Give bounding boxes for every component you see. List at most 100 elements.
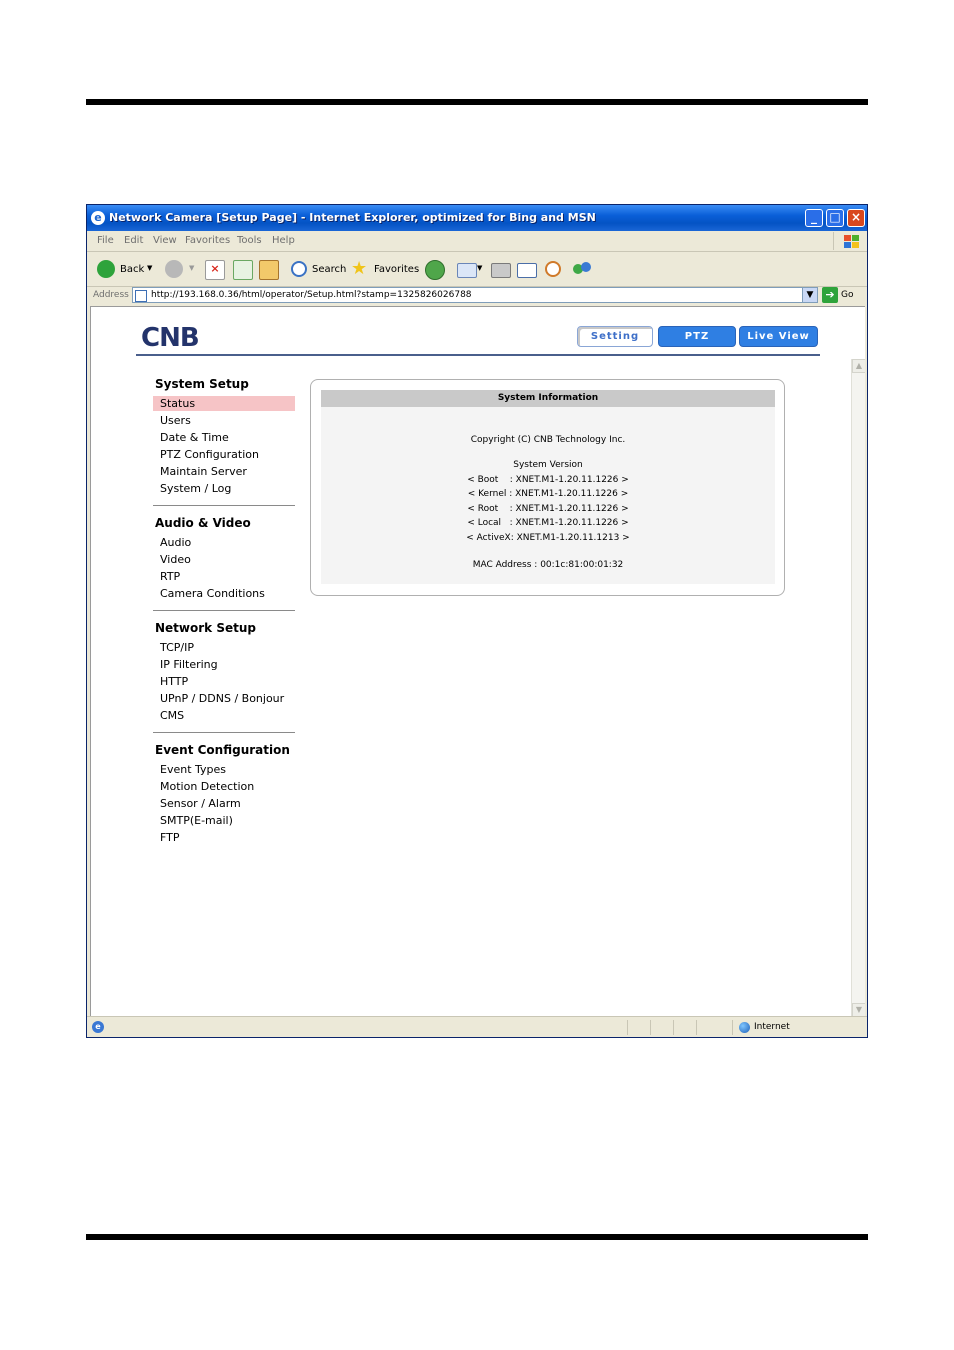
menu-file[interactable]: File xyxy=(97,235,114,246)
vertical-scrollbar[interactable]: ▲ ▼ xyxy=(851,359,865,1016)
nav-item-video[interactable]: Video xyxy=(153,552,295,567)
nav-item-rtp[interactable]: RTP xyxy=(153,569,295,584)
nav-item-tcp-ip[interactable]: TCP/IP xyxy=(153,640,295,655)
address-input[interactable]: http://193.168.0.36/html/operator/Setup.… xyxy=(132,287,818,303)
nav-item-ip-filtering[interactable]: IP Filtering xyxy=(153,657,295,672)
nav-item-sensor-alarm[interactable]: Sensor / Alarm xyxy=(153,796,295,811)
nav-item-ftp[interactable]: FTP xyxy=(153,830,295,845)
nav-item-ptz-configuration[interactable]: PTZ Configuration xyxy=(153,447,295,462)
edit-icon xyxy=(517,263,537,278)
menu-edit[interactable]: Edit xyxy=(124,235,143,246)
nav-item-camera-conditions[interactable]: Camera Conditions xyxy=(153,586,295,601)
nav-item-motion-detection[interactable]: Motion Detection xyxy=(153,779,295,794)
address-url: http://193.168.0.36/html/operator/Setup.… xyxy=(151,290,472,300)
back-button[interactable]: Back ▼ xyxy=(95,258,155,280)
search-icon xyxy=(291,261,307,277)
menu-tools[interactable]: Tools xyxy=(237,235,262,246)
live-view-button[interactable]: Live View xyxy=(739,326,818,347)
nav-item-http[interactable]: HTTP xyxy=(153,674,295,689)
menu-help[interactable]: Help xyxy=(272,235,295,246)
setting-button[interactable]: Setting xyxy=(577,326,653,347)
forward-dropdown-icon[interactable]: ▼ xyxy=(189,264,194,272)
nav-divider xyxy=(153,610,295,611)
favorites-star-icon: ★ xyxy=(351,258,368,279)
messenger-button[interactable] xyxy=(571,258,593,280)
nav-item-cms[interactable]: CMS xyxy=(153,708,295,723)
home-button[interactable] xyxy=(257,258,281,280)
refresh-button[interactable] xyxy=(231,258,253,280)
status-divider xyxy=(627,1020,628,1035)
system-version-heading: System Version xyxy=(513,460,583,470)
go-button[interactable]: Go xyxy=(841,290,853,300)
scroll-down-icon[interactable]: ▼ xyxy=(852,1003,865,1016)
page-icon xyxy=(135,290,147,302)
window-title: Network Camera [Setup Page] - Internet E… xyxy=(109,211,596,224)
system-information-body: System Information Copyright (C) CNB Tec… xyxy=(321,390,775,584)
menu-favorites[interactable]: Favorites xyxy=(185,235,230,246)
nav-item-smtp-email[interactable]: SMTP(E-mail) xyxy=(153,813,295,828)
nav-heading-event-configuration: Event Configuration xyxy=(155,743,290,757)
cnb-logo: CNB xyxy=(141,323,200,353)
menu-view[interactable]: View xyxy=(153,235,177,246)
status-bar: e Internet xyxy=(87,1016,867,1037)
ptz-button[interactable]: PTZ xyxy=(658,326,736,347)
system-information-title: System Information xyxy=(321,390,775,407)
toolbar: Back ▼ ▼ × Search ★ Favorites ▼ xyxy=(87,252,867,287)
mail-dropdown-icon[interactable]: ▼ xyxy=(477,264,482,272)
mail-icon xyxy=(457,263,477,278)
status-divider xyxy=(732,1020,733,1035)
address-bar: Address http://193.168.0.36/html/operato… xyxy=(87,286,867,306)
maximize-button[interactable]: □ xyxy=(826,209,844,227)
status-divider xyxy=(650,1020,651,1035)
back-label: Back xyxy=(120,264,145,275)
edit-button[interactable] xyxy=(515,258,537,280)
address-dropdown-icon[interactable]: ▼ xyxy=(802,287,818,303)
nav-item-status[interactable]: Status xyxy=(153,396,295,411)
close-button[interactable]: × xyxy=(847,209,865,227)
forward-button[interactable]: ▼ xyxy=(163,258,194,280)
system-information-panel: System Information Copyright (C) CNB Tec… xyxy=(310,379,785,596)
version-root: < Root : XNET.M1-1.20.11.1226 > xyxy=(467,504,629,514)
back-dropdown-icon[interactable]: ▼ xyxy=(147,264,152,272)
nav-heading-audio-video: Audio & Video xyxy=(155,516,251,530)
nav-item-system-log[interactable]: System / Log xyxy=(153,481,295,496)
history-button[interactable] xyxy=(423,258,445,280)
browser-window: e Network Camera [Setup Page] - Internet… xyxy=(86,204,868,1038)
title-bar[interactable]: e Network Camera [Setup Page] - Internet… xyxy=(87,205,867,231)
nav-item-date-time[interactable]: Date & Time xyxy=(153,430,295,445)
nav-heading-system-setup: System Setup xyxy=(155,377,249,391)
nav-item-audio[interactable]: Audio xyxy=(153,535,295,550)
scroll-up-icon[interactable]: ▲ xyxy=(852,359,865,373)
go-arrow-icon[interactable]: ➔ xyxy=(822,287,838,303)
discuss-button[interactable] xyxy=(543,258,565,280)
minimize-button[interactable]: _ xyxy=(805,209,823,227)
page-status-icon: e xyxy=(92,1021,104,1033)
nav-divider xyxy=(153,732,295,733)
nav-item-users[interactable]: Users xyxy=(153,413,295,428)
status-divider xyxy=(673,1020,674,1035)
favorites-button[interactable]: ★ Favorites xyxy=(349,258,419,280)
address-label: Address xyxy=(93,290,129,300)
version-kernel: < Kernel : XNET.M1-1.20.11.1226 > xyxy=(467,489,629,499)
messenger-icon-2 xyxy=(581,262,591,272)
version-activex: < ActiveX: XNET.M1-1.20.11.1213 > xyxy=(466,533,630,543)
print-button[interactable] xyxy=(489,258,511,280)
stop-icon: × xyxy=(205,260,225,280)
history-icon xyxy=(425,260,445,280)
nav-item-event-types[interactable]: Event Types xyxy=(153,762,295,777)
nav-item-upnp-ddns-bonjour[interactable]: UPnP / DDNS / Bonjour xyxy=(153,691,295,706)
copyright-text: Copyright (C) CNB Technology Inc. xyxy=(470,435,626,445)
ie-logo-icon: e xyxy=(91,211,105,225)
page-bottom-rule xyxy=(86,1234,868,1240)
home-icon xyxy=(259,260,279,280)
stop-button[interactable]: × xyxy=(203,258,225,280)
favorites-label: Favorites xyxy=(374,264,420,275)
forward-arrow-icon xyxy=(165,260,183,278)
nav-item-maintain-server[interactable]: Maintain Server xyxy=(153,464,295,479)
mail-button[interactable]: ▼ xyxy=(455,258,485,280)
back-arrow-icon xyxy=(97,260,115,278)
search-button[interactable]: Search xyxy=(289,258,347,280)
search-label: Search xyxy=(312,264,347,275)
nav-heading-network-setup: Network Setup xyxy=(155,621,256,635)
header-divider xyxy=(136,354,820,356)
